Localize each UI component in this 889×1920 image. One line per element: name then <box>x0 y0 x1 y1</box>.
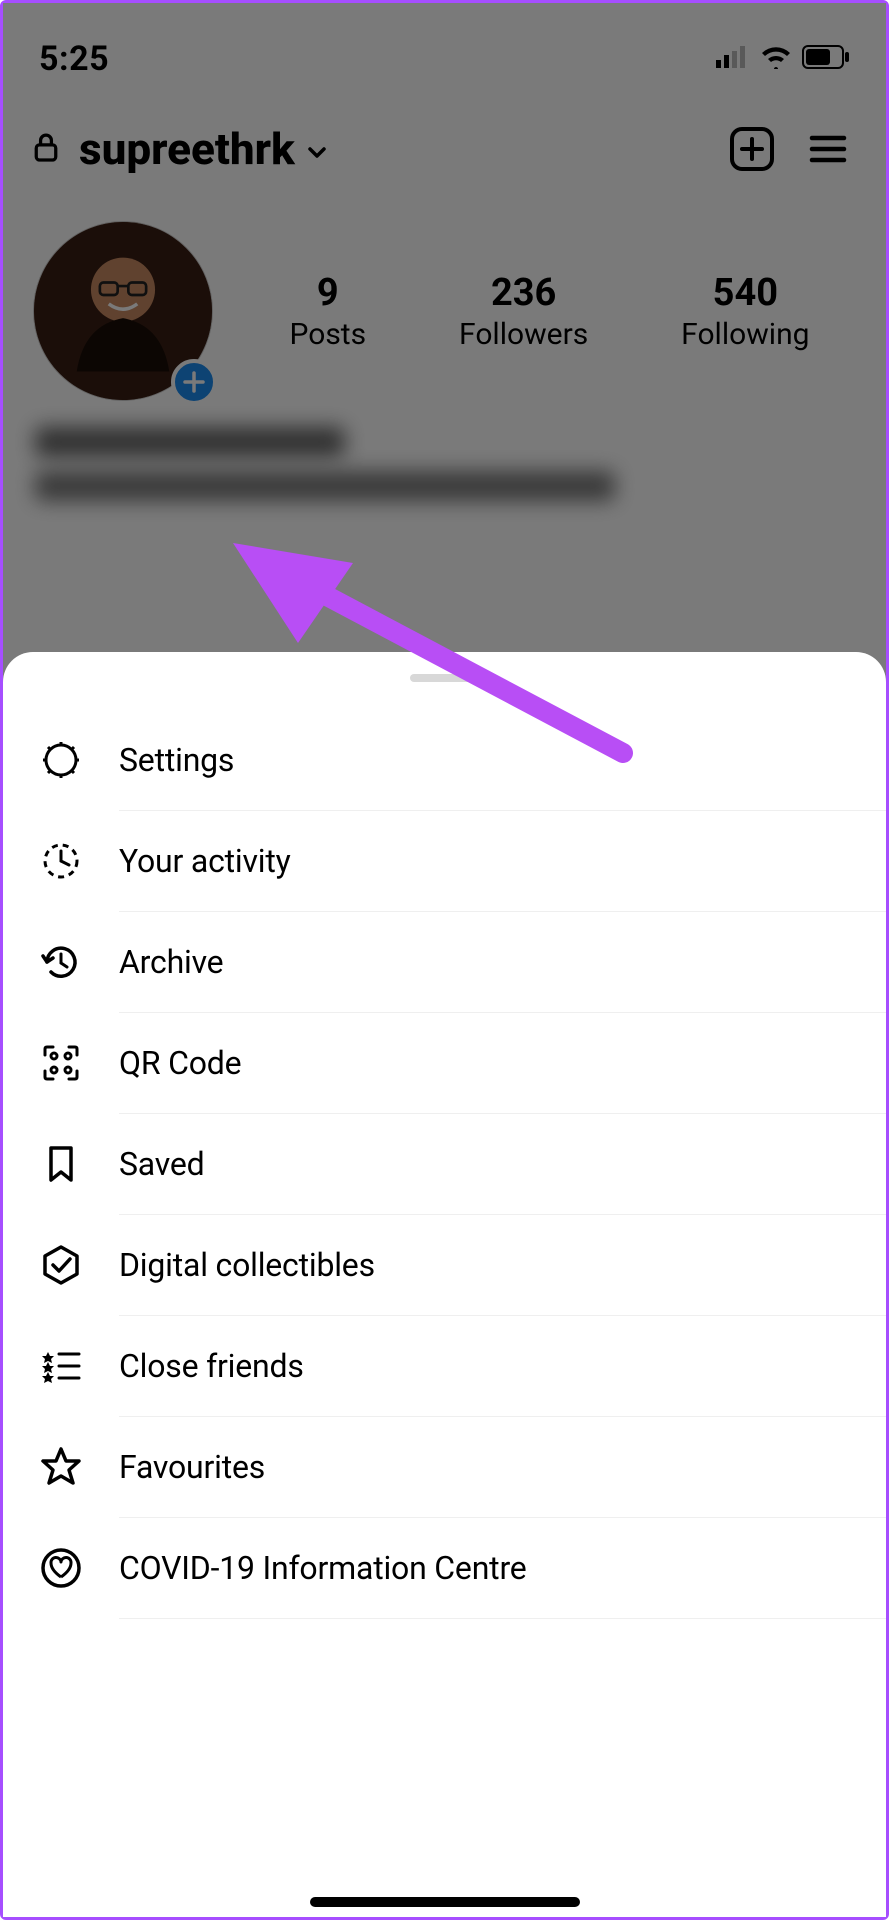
menu-item-settings[interactable]: Settings <box>3 710 886 810</box>
username-text: supreethrk <box>79 123 295 175</box>
menu-item-your-activity[interactable]: Your activity <box>3 811 886 911</box>
divider <box>119 1618 886 1619</box>
bio-text-blurred <box>35 471 615 501</box>
menu-item-favourites[interactable]: Favourites <box>3 1417 886 1517</box>
profile-bio <box>3 401 886 501</box>
stat-posts[interactable]: 9 Posts <box>289 271 366 352</box>
menu-item-label: Saved <box>119 1145 205 1183</box>
bio-name-blurred <box>35 427 345 457</box>
create-post-button[interactable] <box>724 121 780 177</box>
menu-item-digital-collectibles[interactable]: Digital collectibles <box>3 1215 886 1315</box>
profile-top: 9 Posts 236 Followers 540 Following <box>3 193 886 401</box>
bottom-sheet-menu: Settings Your activity Archive QR <box>3 652 886 1917</box>
archive-history-icon <box>39 940 83 984</box>
profile-stats: 9 Posts 236 Followers 540 Following <box>243 271 856 352</box>
bookmark-icon <box>39 1142 83 1186</box>
hamburger-menu-button[interactable] <box>800 121 856 177</box>
sheet-grabber[interactable] <box>410 674 480 682</box>
stat-posts-count: 9 <box>289 271 366 315</box>
menu-list: Settings Your activity Archive QR <box>3 710 886 1619</box>
menu-item-label: Close friends <box>119 1347 304 1385</box>
cellular-icon <box>716 46 750 72</box>
username-dropdown[interactable]: supreethrk <box>79 123 329 175</box>
menu-item-label: Favourites <box>119 1448 265 1486</box>
menu-item-label: QR Code <box>119 1044 241 1082</box>
menu-item-qr-code[interactable]: QR Code <box>3 1013 886 1113</box>
menu-item-saved[interactable]: Saved <box>3 1114 886 1214</box>
stat-posts-label: Posts <box>289 317 366 352</box>
menu-item-label: Archive <box>119 943 223 981</box>
avatar-container[interactable] <box>33 221 213 401</box>
gear-icon <box>39 738 83 782</box>
add-story-badge[interactable] <box>171 359 217 405</box>
menu-item-archive[interactable]: Archive <box>3 912 886 1012</box>
hexagon-check-icon <box>39 1243 83 1287</box>
star-icon <box>39 1445 83 1489</box>
activity-clock-icon <box>39 839 83 883</box>
battery-icon <box>802 45 850 73</box>
menu-item-label: Settings <box>119 741 234 779</box>
status-icons <box>716 45 850 73</box>
stat-following-label: Following <box>681 317 809 352</box>
menu-item-covid-info[interactable]: COVID-19 Information Centre <box>3 1518 886 1618</box>
stat-following[interactable]: 540 Following <box>681 271 809 352</box>
status-time: 5:25 <box>39 39 109 79</box>
chevron-down-icon <box>305 123 329 175</box>
lock-icon <box>33 131 59 167</box>
profile-header: supreethrk <box>3 93 886 193</box>
wifi-icon <box>760 45 792 73</box>
home-indicator[interactable] <box>310 1897 580 1907</box>
stat-following-count: 540 <box>681 271 809 315</box>
heart-circle-icon <box>39 1546 83 1590</box>
menu-item-label: COVID-19 Information Centre <box>119 1549 527 1587</box>
star-list-icon <box>39 1344 83 1388</box>
menu-item-label: Digital collectibles <box>119 1246 375 1284</box>
stat-followers-label: Followers <box>459 317 588 352</box>
menu-item-label: Your activity <box>119 842 291 880</box>
menu-item-close-friends[interactable]: Close friends <box>3 1316 886 1416</box>
stat-followers-count: 236 <box>459 271 588 315</box>
status-bar: 5:25 <box>3 3 886 93</box>
stat-followers[interactable]: 236 Followers <box>459 271 588 352</box>
qr-code-icon <box>39 1041 83 1085</box>
